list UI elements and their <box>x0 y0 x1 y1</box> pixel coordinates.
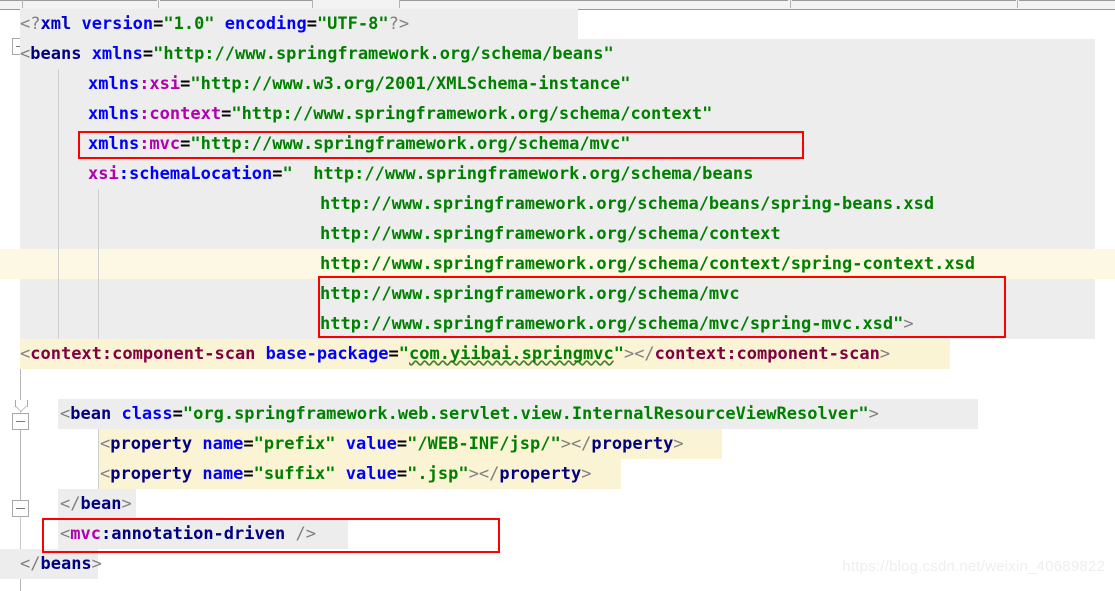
code-line-component-scan[interactable]: <context:component-scan base-package="co… <box>20 339 890 369</box>
code-line-bean-close[interactable]: </bean> <box>60 489 132 519</box>
code-line-xmlns-context[interactable]: xmlns:context="http://www.springframewor… <box>88 99 712 129</box>
tab-separator <box>158 0 159 8</box>
annotation-box-annotation-driven <box>42 518 500 553</box>
tab-edge <box>400 0 788 1</box>
watermark-text: https://blog.csdn.net/weixin_40689822 <box>842 558 1105 575</box>
tab-edge <box>1019 0 1115 1</box>
indent-guide <box>58 69 59 339</box>
code-line-schema-beans-xsd[interactable]: http://www.springframework.org/schema/be… <box>320 189 934 219</box>
code-line-bean-open[interactable]: <bean class="org.springframework.web.ser… <box>60 399 879 429</box>
code-line-schema-location[interactable]: xsi:schemaLocation=" http://www.springfr… <box>88 159 753 189</box>
tab-separator <box>1017 0 1018 8</box>
tab-separator <box>790 0 791 8</box>
tab-edge <box>23 0 157 1</box>
indent-guide <box>98 429 99 489</box>
tab-separator <box>399 0 400 8</box>
annotation-box-xmlns-mvc <box>78 131 804 159</box>
code-line-property-suffix[interactable]: <property name="suffix" value=".jsp"></p… <box>100 459 591 489</box>
annotation-box-mvc-schema <box>318 276 1006 338</box>
tab-separator <box>22 0 23 8</box>
code-line-schema-context[interactable]: http://www.springframework.org/schema/co… <box>320 219 781 249</box>
tab-edge <box>160 0 312 1</box>
code-line-prolog[interactable]: <?xml version="1.0" encoding="UTF-8"?> <box>20 9 409 39</box>
xml-editor[interactable]: <?xml version="1.0" encoding="UTF-8"?> <… <box>0 9 1115 591</box>
tab-separator <box>312 0 313 8</box>
tab-edge <box>792 0 1016 1</box>
code-content[interactable]: <?xml version="1.0" encoding="UTF-8"?> <… <box>0 9 1115 581</box>
indent-guide <box>98 189 99 339</box>
code-line-property-prefix[interactable]: <property name="prefix" value="/WEB-INF/… <box>100 429 684 459</box>
code-line-beans-close[interactable]: </beans> <box>20 549 102 579</box>
tab-edge <box>0 0 22 1</box>
code-line-beans-open[interactable]: <beans xmlns="http://www.springframework… <box>20 39 614 69</box>
code-line-schema-context-xsd[interactable]: http://www.springframework.org/schema/co… <box>320 249 975 279</box>
code-line-xmlns-xsi[interactable]: xmlns:xsi="http://www.w3.org/2001/XMLSch… <box>88 69 631 99</box>
